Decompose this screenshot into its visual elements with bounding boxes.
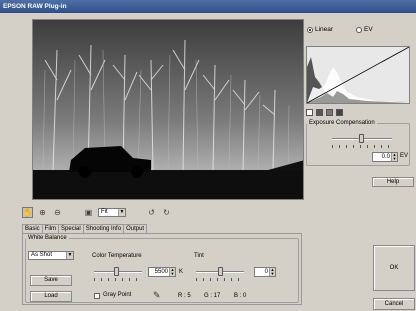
spin-arrows-icon[interactable]: ▲ ▼ [391,153,397,161]
ev-radio[interactable]: EV [356,26,373,33]
zoom-select[interactable]: Fit ▼ [98,207,126,217]
exposure-slider-thumb[interactable] [359,134,364,143]
rotate-right-icon[interactable]: ↻ [161,207,172,218]
exposure-value-field[interactable]: 0.0 ▲ ▼ [372,152,398,162]
exposure-value: 0.0 [381,154,390,160]
white-balance-mode: As Shot [31,252,53,258]
color-temperature-field[interactable]: 5500 ▲ ▼ [148,267,176,277]
zoom-value: Fit [101,208,108,215]
tint-slider-thumb[interactable] [218,267,223,276]
zoom-in-icon[interactable]: ⊕ [37,207,48,218]
exposure-legend: Exposure Compensation [309,120,375,126]
radio-dot [307,26,313,33]
tint-label: Tint [194,253,204,259]
color-temperature-slider-thumb[interactable] [114,267,119,276]
tint-field[interactable]: 0 ▲ ▼ [254,267,276,277]
channel-green-swatch[interactable] [326,109,333,116]
spin-arrows-icon[interactable]: ▲ ▼ [169,268,175,276]
gray-point-label: Gray Point [103,292,132,298]
eyedropper-icon[interactable]: ✎ [153,290,161,301]
preview-toolbar: ✋ ⊕ ⊖ ▣ Fit ▼ ↺ ↻ [22,206,172,218]
spin-arrows-icon[interactable]: ▲ ▼ [269,268,275,276]
channel-blue-swatch[interactable] [336,109,343,116]
linear-radio[interactable]: Linear [307,26,333,33]
window-title: EPSON RAW Plug-in [0,0,416,13]
rotate-left-icon[interactable]: ↺ [146,207,157,218]
chevron-down-icon: ▼ [118,208,125,216]
chevron-down-icon: ▼ [66,252,73,259]
histogram[interactable] [306,46,410,104]
gray-point-checkbox[interactable] [94,293,100,299]
color-temperature-label: Color Temperature [92,253,142,259]
fit-screen-icon[interactable]: ▣ [83,207,94,218]
image-preview[interactable] [32,19,304,200]
ok-button[interactable]: OK [373,245,415,291]
plugin-window: Linear EV Exposure Compensation 0.0 ▲ ▼ E… [0,13,416,311]
tab-film[interactable]: Film [41,224,60,233]
linear-label: Linear [315,26,334,33]
tint-ticks [196,278,244,281]
color-temperature-unit: K [179,269,184,275]
photo-canvas [33,20,303,199]
channel-white-swatch[interactable] [306,109,313,116]
tint-value: 0 [264,269,268,275]
color-temperature-value: 5500 [154,269,168,275]
readout-b: B : 0 [234,293,247,299]
tab-special[interactable]: Special [58,224,84,233]
exposure-unit: EV [400,153,409,159]
help-button[interactable]: Help [372,177,414,187]
exposure-ticks [332,145,392,148]
tab-output[interactable]: Output [123,224,148,233]
readout-r: R : 5 [178,293,191,299]
ev-label: EV [364,26,373,33]
channel-swatches [306,109,343,116]
white-balance-legend: White Balance [28,235,67,241]
channel-red-swatch[interactable] [316,109,323,116]
histogram-graph [306,46,410,104]
readout-g: G : 17 [204,293,221,299]
tab-shooting-info[interactable]: Shooting Info [82,224,125,233]
hand-icon[interactable]: ✋ [22,206,33,218]
save-button[interactable]: Save [30,275,72,286]
tab-strip: Basic Film Special Shooting Info Output [22,224,148,234]
white-balance-mode-select[interactable]: As Shot ▼ [28,251,74,260]
radio-dot [356,26,362,33]
color-temperature-ticks [94,278,142,281]
zoom-out-icon[interactable]: ⊖ [52,207,63,218]
cancel-button[interactable]: Cancel [373,298,415,310]
load-button[interactable]: Load [30,291,72,302]
